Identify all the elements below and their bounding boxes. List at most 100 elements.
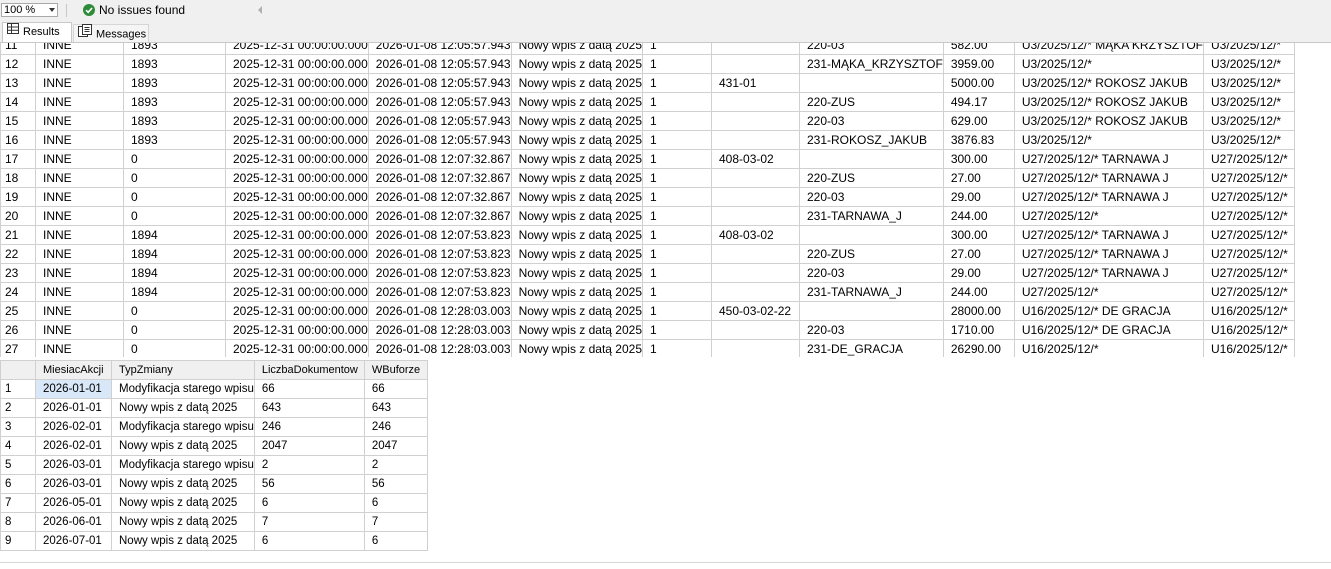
- table-cell[interactable]: 2025-12-31 00:00:00.000: [225, 54, 369, 74]
- table-cell[interactable]: U27/2025/12/*: [1203, 263, 1296, 283]
- row-number[interactable]: 12: [0, 54, 36, 74]
- table-cell[interactable]: 2026-03-01: [35, 455, 112, 475]
- column-header[interactable]: WBuforze: [363, 360, 428, 380]
- table-cell[interactable]: 0: [123, 187, 226, 207]
- table-cell[interactable]: 2025-12-31 00:00:00.000: [225, 43, 369, 55]
- column-header[interactable]: LiczbaDokumentow: [253, 360, 365, 380]
- table-cell[interactable]: U27/2025/12/* TARNAWA J: [1013, 225, 1205, 245]
- table-cell[interactable]: 2025-12-31 00:00:00.000: [225, 339, 369, 357]
- table-cell[interactable]: 2026-01-08 12:28:03.003: [367, 301, 512, 321]
- table-cell[interactable]: INNE: [35, 282, 124, 302]
- table-cell[interactable]: Nowy wpis z datą 2025: [510, 130, 644, 150]
- row-number[interactable]: 20: [0, 206, 36, 226]
- table-cell[interactable]: Modyfikacja starego wpisu: [111, 417, 255, 437]
- table-cell[interactable]: INNE: [35, 244, 124, 264]
- table-row[interactable]: 27 INNE 0 2025-12-31 00:00:00.000 2026-01-08…: [0, 339, 1296, 357]
- table-cell[interactable]: Nowy wpis z datą 2025: [111, 493, 255, 513]
- table-cell[interactable]: [799, 225, 944, 245]
- table-cell[interactable]: Nowy wpis z datą 2025: [510, 206, 644, 226]
- table-cell[interactable]: Nowy wpis z datą 2025: [510, 54, 644, 74]
- table-cell[interactable]: [711, 320, 800, 340]
- table-cell[interactable]: 1: [642, 225, 712, 245]
- table-cell[interactable]: 29.00: [942, 187, 1015, 207]
- table-cell[interactable]: 1: [642, 92, 712, 112]
- table-cell[interactable]: U27/2025/12/* TARNAWA J: [1013, 263, 1205, 283]
- table-cell[interactable]: 2026-01-08 12:07:53.823: [367, 263, 512, 283]
- table-cell[interactable]: Modyfikacja starego wpisu: [111, 455, 255, 475]
- table-cell[interactable]: 2026-05-01: [35, 493, 112, 513]
- horizontal-scrollbar[interactable]: [266, 4, 1326, 16]
- table-cell[interactable]: INNE: [35, 206, 124, 226]
- table-cell[interactable]: Nowy wpis z datą 2025: [510, 149, 644, 169]
- table-cell[interactable]: 2026-01-08 12:07:32.867: [367, 187, 512, 207]
- table-cell[interactable]: 28000.00: [942, 301, 1015, 321]
- table-cell[interactable]: 6: [363, 531, 428, 551]
- table-cell[interactable]: 1893: [123, 54, 226, 74]
- table-cell[interactable]: [711, 111, 800, 131]
- table-cell[interactable]: 2025-12-31 00:00:00.000: [225, 130, 369, 150]
- row-number[interactable]: 8: [0, 512, 36, 532]
- table-cell[interactable]: Nowy wpis z datą 2025: [510, 301, 644, 321]
- table-cell[interactable]: 582.00: [942, 43, 1015, 55]
- table-cell[interactable]: 494.17: [942, 92, 1015, 112]
- table-cell[interactable]: U16/2025/12/*: [1013, 339, 1205, 357]
- table-cell[interactable]: 643: [363, 398, 428, 418]
- table-cell[interactable]: 1: [642, 149, 712, 169]
- table-cell[interactable]: INNE: [35, 130, 124, 150]
- row-number[interactable]: 23: [0, 263, 36, 283]
- table-cell[interactable]: 1: [642, 206, 712, 226]
- row-number[interactable]: 14: [0, 92, 36, 112]
- table-cell[interactable]: 2026-01-08 12:05:57.943: [367, 130, 512, 150]
- table-cell[interactable]: 450-03-02-22: [711, 301, 800, 321]
- table-cell[interactable]: 2026-01-08 12:07:53.823: [367, 225, 512, 245]
- row-number[interactable]: 19: [0, 187, 36, 207]
- table-cell[interactable]: 629.00: [942, 111, 1015, 131]
- table-row[interactable]: 17 INNE 0 2025-12-31 00:00:00.000 2026-01-08…: [0, 149, 1296, 169]
- table-cell[interactable]: 1: [642, 54, 712, 74]
- table-cell[interactable]: U27/2025/12/*: [1203, 149, 1296, 169]
- table-cell[interactable]: Nowy wpis z datą 2025: [510, 282, 644, 302]
- table-cell[interactable]: Nowy wpis z datą 2025: [510, 111, 644, 131]
- table-cell[interactable]: [711, 244, 800, 264]
- table-cell[interactable]: 1894: [123, 263, 226, 283]
- table-cell[interactable]: U16/2025/12/* DE GRACJA: [1013, 301, 1205, 321]
- table-cell[interactable]: U27/2025/12/* TARNAWA J: [1013, 244, 1205, 264]
- table-row[interactable]: 5 2026-03-01 Modyfikacja starego wpisu 2 2: [0, 455, 428, 475]
- table-cell[interactable]: 2025-12-31 00:00:00.000: [225, 263, 369, 283]
- table-row[interactable]: 7 2026-05-01 Nowy wpis z datą 2025 6 6: [0, 493, 428, 513]
- table-cell[interactable]: 56: [253, 474, 365, 494]
- table-cell[interactable]: [711, 339, 800, 357]
- table-cell[interactable]: 2025-12-31 00:00:00.000: [225, 111, 369, 131]
- table-cell[interactable]: [711, 92, 800, 112]
- table-cell[interactable]: 246: [363, 417, 428, 437]
- scroll-left-icon[interactable]: [258, 6, 262, 14]
- table-cell[interactable]: 1: [642, 320, 712, 340]
- table-cell[interactable]: U3/2025/12/* ROKOSZ JAKUB: [1013, 73, 1205, 93]
- row-number[interactable]: 22: [0, 244, 36, 264]
- table-cell[interactable]: 2026-01-08 12:05:57.943: [367, 43, 512, 55]
- table-cell[interactable]: 220-03: [799, 111, 944, 131]
- table-cell[interactable]: 6: [253, 493, 365, 513]
- table-cell[interactable]: 2: [253, 455, 365, 475]
- table-cell[interactable]: 220-03: [799, 263, 944, 283]
- table-cell[interactable]: U16/2025/12/*: [1203, 320, 1296, 340]
- table-cell[interactable]: U3/2025/12/* ROKOSZ JAKUB: [1013, 92, 1205, 112]
- row-number[interactable]: 17: [0, 149, 36, 169]
- table-cell[interactable]: U27/2025/12/* TARNAWA J: [1013, 149, 1205, 169]
- table-cell[interactable]: INNE: [35, 225, 124, 245]
- table-cell[interactable]: Nowy wpis z datą 2025: [510, 263, 644, 283]
- table-cell[interactable]: 2047: [253, 436, 365, 456]
- table-cell[interactable]: Nowy wpis z datą 2025: [510, 320, 644, 340]
- table-cell[interactable]: INNE: [35, 149, 124, 169]
- table-cell[interactable]: 1: [642, 263, 712, 283]
- table-cell[interactable]: 2026-01-01: [35, 379, 112, 399]
- row-number[interactable]: 13: [0, 73, 36, 93]
- table-cell[interactable]: 27.00: [942, 168, 1015, 188]
- row-number[interactable]: 1: [0, 379, 36, 399]
- table-cell[interactable]: 1894: [123, 225, 226, 245]
- row-number[interactable]: 27: [0, 339, 36, 357]
- table-cell[interactable]: INNE: [35, 73, 124, 93]
- table-cell[interactable]: 220-ZUS: [799, 168, 944, 188]
- table-cell[interactable]: 244.00: [942, 282, 1015, 302]
- table-cell[interactable]: Modyfikacja starego wpisu: [111, 379, 255, 399]
